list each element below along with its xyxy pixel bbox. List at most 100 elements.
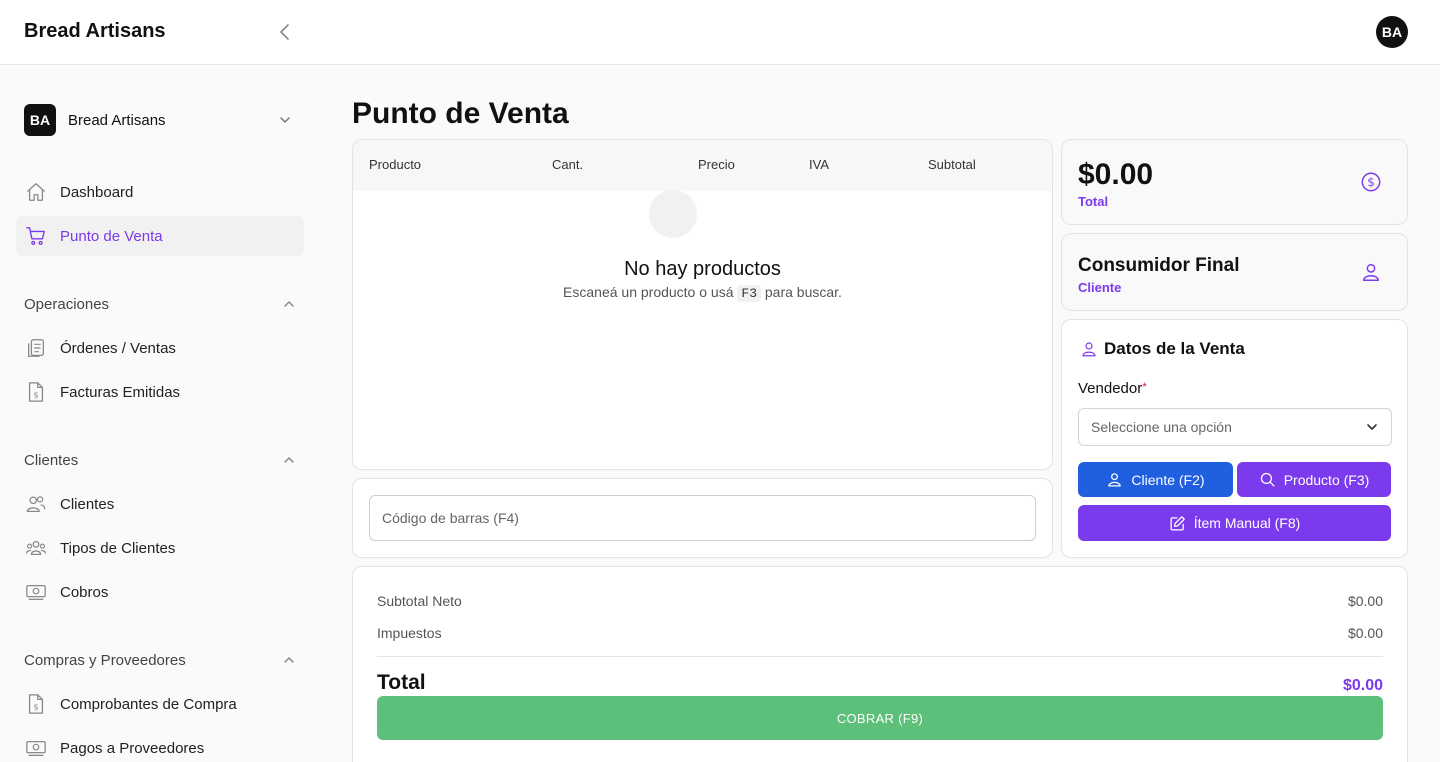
sidebar-item-facturas-emitidas[interactable]: $ Facturas Emitidas	[16, 372, 304, 412]
user-avatar[interactable]: BA	[1376, 16, 1408, 48]
svg-text:$: $	[1367, 175, 1375, 189]
sidebar-item-tipos-de-clientes[interactable]: Tipos de Clientes	[16, 528, 304, 568]
chevron-up-icon	[284, 657, 294, 663]
total-value: $0.00	[1078, 158, 1154, 191]
sale-data-header: Datos de la Venta	[1080, 339, 1245, 359]
cart-icon	[24, 224, 48, 248]
brand-name: Bread Artisans	[24, 20, 166, 42]
subtotal-value: $0.00	[1347, 593, 1383, 609]
section-title: Operaciones	[24, 295, 110, 313]
chevron-up-icon	[284, 301, 294, 307]
product-button-label: Producto (F3)	[1283, 471, 1370, 488]
client-name: Consumidor Final	[1078, 255, 1240, 276]
table-header: Producto Cant. Precio IVA Subtotal	[353, 140, 1052, 191]
vendor-select-placeholder: Seleccione una opción	[1091, 419, 1232, 435]
user-icon	[1106, 471, 1123, 488]
summary-card: Subtotal Neto $0.00 Impuestos $0.00 Tota…	[352, 566, 1408, 762]
sidebar-item-label: Pagos a Proveedores	[60, 739, 205, 757]
sidebar-item-ordenes-ventas[interactable]: Órdenes / Ventas	[16, 328, 304, 368]
tax-value: $0.00	[1347, 625, 1383, 641]
subtotal-label: Subtotal Neto	[377, 593, 462, 609]
divider	[377, 656, 1383, 657]
sidebar: BA Bread Artisans Dashboard Punto de Ven…	[0, 65, 320, 762]
page-title: Punto de Venta	[352, 97, 569, 130]
empty-state-icon	[649, 190, 697, 238]
edit-icon	[1169, 515, 1186, 532]
sidebar-item-label: Dashboard	[60, 183, 134, 201]
required-mark: *	[1142, 380, 1147, 394]
tax-label: Impuestos	[377, 625, 442, 641]
invoice-dollar-icon: $	[24, 692, 48, 716]
column-header-subtotal: Subtotal	[928, 157, 976, 172]
sidebar-item-dashboard[interactable]: Dashboard	[16, 172, 304, 212]
users-icon	[24, 492, 48, 516]
barcode-input[interactable]	[369, 495, 1036, 541]
user-icon	[1359, 260, 1383, 284]
svg-text:$: $	[33, 702, 38, 712]
sale-data-card: Datos de la Venta Vendedor* Seleccione u…	[1061, 319, 1408, 558]
column-header-iva: IVA	[809, 157, 829, 172]
empty-state-title: No hay productos	[624, 258, 781, 280]
search-icon	[1259, 471, 1276, 488]
org-avatar: BA	[24, 104, 56, 136]
user-group-icon	[24, 536, 48, 560]
sidebar-item-pagos-a-proveedores[interactable]: Pagos a Proveedores	[16, 728, 304, 762]
sidebar-item-label: Facturas Emitidas	[60, 383, 181, 401]
sale-data-title: Datos de la Venta	[1104, 339, 1245, 358]
tax-row: Impuestos $0.00	[377, 625, 1383, 641]
dollar-circle-icon: $	[1359, 170, 1383, 194]
chevron-down-icon	[1367, 424, 1377, 430]
sidebar-item-punto-de-venta[interactable]: Punto de Venta	[16, 216, 304, 256]
column-header-precio: Precio	[698, 157, 735, 172]
sidebar-item-cobros[interactable]: Cobros	[16, 572, 304, 612]
cash-icon	[24, 580, 48, 604]
sidebar-item-label: Comprobantes de Compra	[60, 695, 237, 713]
barcode-card	[352, 478, 1053, 558]
manual-item-button-label: Ítem Manual (F8)	[1193, 515, 1301, 531]
svg-text:$: $	[33, 390, 38, 400]
chevron-down-icon	[280, 117, 290, 123]
sidebar-item-label: Órdenes / Ventas	[60, 339, 176, 357]
summary-total-value: $0.00	[1342, 677, 1383, 694]
vendor-label: Vendedor*	[1078, 380, 1147, 397]
section-clientes[interactable]: Clientes	[24, 450, 296, 470]
column-header-cantidad: Cant.	[552, 157, 584, 172]
client-card[interactable]: Consumidor Final Cliente	[1061, 233, 1408, 311]
column-header-producto: Producto	[369, 157, 422, 172]
chevron-up-icon	[284, 457, 294, 463]
top-bar: Bread Artisans BA	[0, 0, 1440, 65]
products-table: Producto Cant. Precio IVA Subtotal No ha…	[352, 139, 1053, 470]
user-icon	[1080, 340, 1098, 358]
sidebar-item-label: Tipos de Clientes	[60, 539, 176, 557]
sidebar-item-label: Clientes	[60, 495, 115, 513]
cash-icon	[24, 736, 48, 760]
product-button[interactable]: Producto (F3)	[1237, 462, 1391, 497]
manual-item-button[interactable]: Ítem Manual (F8)	[1078, 505, 1391, 541]
sidebar-item-clientes[interactable]: Clientes	[16, 484, 304, 524]
total-label: Total	[1078, 194, 1109, 209]
total-card: $0.00 Total $	[1061, 139, 1408, 225]
summary-total-label: Total	[377, 671, 426, 694]
org-switcher[interactable]: BA Bread Artisans	[24, 104, 296, 136]
section-operaciones[interactable]: Operaciones	[24, 294, 296, 314]
client-button-label: Cliente (F2)	[1131, 471, 1205, 488]
section-title: Clientes	[24, 451, 79, 469]
sidebar-item-label: Cobros	[60, 583, 109, 601]
shortcut-key: F3	[737, 285, 761, 302]
clipboard-icon	[24, 336, 48, 360]
client-label: Cliente	[1078, 280, 1122, 295]
client-button[interactable]: Cliente (F2)	[1078, 462, 1233, 497]
sidebar-item-label: Punto de Venta	[60, 227, 163, 245]
org-name: Bread Artisans	[68, 111, 166, 129]
empty-state-subtitle: Escaneá un producto o usá F3 para buscar…	[563, 284, 842, 302]
chevron-left-icon	[280, 24, 289, 40]
invoice-dollar-icon: $	[24, 380, 48, 404]
home-icon	[24, 180, 48, 204]
pay-button[interactable]: COBRAR (F9)	[377, 696, 1383, 740]
subtotal-row: Subtotal Neto $0.00	[377, 593, 1383, 609]
vendor-select[interactable]: Seleccione una opción	[1078, 408, 1392, 446]
sidebar-item-comprobantes-de-compra[interactable]: $ Comprobantes de Compra	[16, 684, 304, 724]
section-compras-y-proveedores[interactable]: Compras y Proveedores	[24, 650, 296, 670]
collapse-sidebar-button[interactable]	[274, 20, 294, 44]
section-title: Compras y Proveedores	[24, 651, 186, 669]
